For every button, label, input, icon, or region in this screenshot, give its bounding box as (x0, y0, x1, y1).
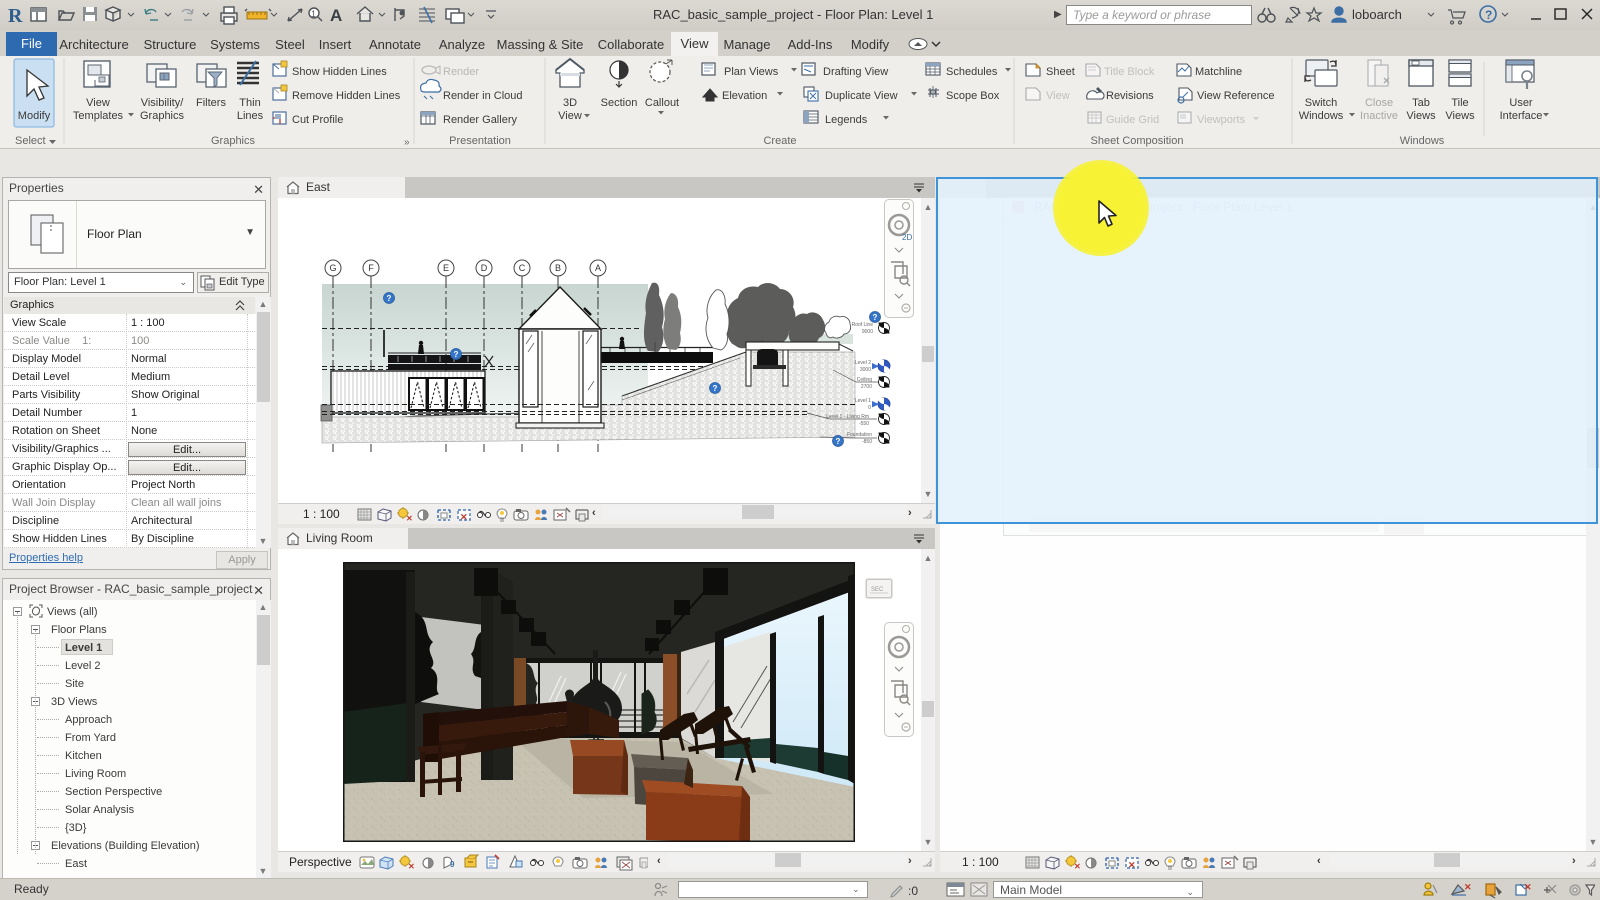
svg-text:✕: ✕ (460, 512, 468, 522)
svg-text:Scope Box: Scope Box (946, 90, 1000, 102)
svg-text:Plan Views: Plan Views (724, 66, 779, 78)
svg-text:A: A (330, 6, 342, 25)
svg-text:Visibility/: Visibility/ (141, 97, 185, 109)
svg-text:1: 1 (311, 9, 316, 19)
svg-text:B: B (555, 263, 561, 273)
svg-text:?: ? (836, 437, 841, 446)
svg-text:View: View (558, 110, 582, 122)
svg-text:Matchline: Matchline (1195, 66, 1242, 78)
svg-text:Duplicate View: Duplicate View (825, 90, 898, 102)
svg-text:3000: 3000 (860, 367, 871, 373)
svg-text:View: View (86, 97, 110, 109)
svg-text:View: View (1046, 90, 1070, 102)
svg-text:3D: 3D (563, 97, 577, 109)
svg-text:View Reference: View Reference (1197, 90, 1274, 102)
svg-text:R: R (8, 5, 23, 27)
svg-text:Thin: Thin (239, 97, 260, 109)
svg-text::0: :0 (908, 884, 918, 898)
svg-text:Show Hidden Lines: Show Hidden Lines (292, 66, 387, 78)
svg-text:✕: ✕ (1524, 882, 1532, 892)
svg-text:?: ? (1485, 8, 1492, 22)
svg-text:Views: Views (1445, 110, 1475, 122)
svg-text:0: 0 (868, 405, 871, 411)
svg-text:Interface: Interface (1500, 110, 1543, 122)
svg-text:Callout: Callout (645, 97, 679, 109)
svg-text:Foundation: Foundation (847, 432, 872, 438)
svg-text:✕: ✕ (406, 514, 413, 523)
svg-text:Schedules: Schedules (946, 66, 998, 78)
svg-text:User: User (1509, 97, 1533, 109)
svg-text:Viewports: Viewports (1197, 114, 1246, 126)
svg-text:F: F (368, 263, 374, 273)
svg-text:Switch: Switch (1305, 97, 1337, 109)
svg-text:Lines: Lines (237, 110, 264, 122)
svg-text:Guide Grid: Guide Grid (1106, 114, 1159, 126)
svg-text:Render: Render (443, 66, 479, 78)
svg-text:Sheet: Sheet (1046, 66, 1075, 78)
svg-text:Remove Hidden Lines: Remove Hidden Lines (292, 90, 401, 102)
svg-text:Tab: Tab (1412, 97, 1430, 109)
svg-text:?: ? (873, 313, 878, 322)
svg-text:Sheet Composition: Sheet Composition (1091, 135, 1184, 147)
svg-text:Level 1: Level 1 (855, 398, 871, 404)
svg-text:Level 2: Level 2 (855, 360, 871, 366)
svg-text:D: D (481, 263, 488, 273)
svg-text:E: E (443, 263, 449, 273)
svg-text:Roof Line: Roof Line (852, 322, 874, 328)
svg-text:Render Gallery: Render Gallery (443, 114, 517, 126)
svg-text:-550: -550 (859, 421, 869, 427)
svg-text:?: ? (387, 294, 392, 303)
svg-text:Section: Section (601, 97, 638, 109)
svg-text:Title Block: Title Block (1104, 66, 1155, 78)
svg-text:loboarch: loboarch (1352, 7, 1402, 22)
svg-text:Close: Close (1365, 97, 1393, 109)
svg-text:-850: -850 (862, 439, 872, 445)
svg-text:Tile: Tile (1451, 97, 1468, 109)
svg-text:Windows: Windows (1400, 135, 1445, 147)
svg-text:Views: Views (1406, 110, 1436, 122)
svg-text:Graphics: Graphics (211, 135, 256, 147)
svg-text:✕: ✕ (1464, 882, 1472, 892)
svg-text:C: C (519, 263, 526, 273)
svg-text:Modify: Modify (18, 110, 51, 122)
svg-text:?: ? (454, 350, 459, 359)
svg-text:Presentation: Presentation (449, 135, 511, 147)
svg-text:Cut Profile: Cut Profile (292, 114, 343, 126)
svg-text:Filters: Filters (196, 97, 226, 109)
svg-text:Drafting View: Drafting View (823, 66, 888, 78)
svg-text:2D: 2D (902, 233, 912, 242)
svg-text:9: 9 (450, 860, 455, 869)
svg-text:✕: ✕ (408, 862, 415, 871)
svg-text:Revisions: Revisions (1106, 90, 1154, 102)
svg-text:»: » (404, 137, 410, 148)
svg-text:Render in Cloud: Render in Cloud (443, 90, 523, 102)
svg-text:9000: 9000 (862, 329, 873, 335)
svg-text:A: A (595, 263, 601, 273)
svg-text:G: G (329, 263, 336, 273)
svg-text:Windows: Windows (1299, 110, 1344, 122)
svg-text:Templates: Templates (73, 110, 124, 122)
svg-text:Select: Select (15, 135, 46, 147)
svg-text:SEC: SEC (871, 587, 884, 593)
svg-text:?: ? (713, 384, 718, 393)
svg-text:Create: Create (763, 135, 796, 147)
svg-text:Elevation: Elevation (722, 90, 767, 102)
svg-text:Inactive: Inactive (1360, 110, 1398, 122)
svg-text:Graphics: Graphics (140, 110, 185, 122)
svg-text:2700: 2700 (861, 384, 872, 390)
svg-text:Legends: Legends (825, 114, 868, 126)
